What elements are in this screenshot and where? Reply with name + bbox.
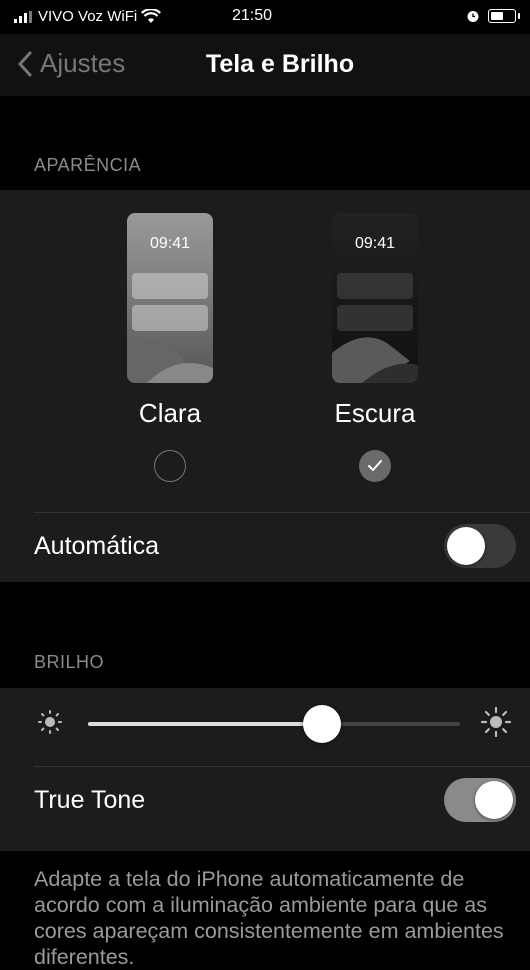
status-time: 21:50 — [232, 7, 273, 24]
preview-clock: 09:41 — [354, 235, 396, 252]
light-mode-preview: 09:41 — [127, 213, 213, 383]
preview-widget — [132, 273, 208, 299]
checkmark-icon — [368, 460, 382, 471]
option-label-light: Clara — [138, 398, 202, 428]
sun-small-icon — [38, 710, 62, 734]
true-tone-label: True Tone — [34, 786, 146, 814]
signal-icon — [14, 10, 32, 23]
appearance-group: 09:41 Clara 09:41 Escura Automática — [0, 190, 530, 582]
section-header-brightness: BRILHO — [34, 652, 105, 672]
radio-dark[interactable] — [359, 450, 391, 482]
slider-thumb[interactable] — [303, 705, 342, 743]
carrier-group: VIVO Voz WiFi — [14, 8, 162, 25]
status-right-icons — [466, 9, 520, 23]
automatic-label: Automática — [34, 532, 160, 560]
navigation-bar: Ajustes Tela e Brilho — [0, 34, 530, 96]
battery-icon — [488, 9, 520, 23]
dark-mode-preview: 09:41 — [332, 213, 418, 383]
radio-light[interactable] — [154, 450, 186, 482]
wallpaper-shape — [332, 337, 418, 383]
appearance-option-dark[interactable]: 09:41 Escura — [295, 190, 455, 500]
slider-fill — [88, 722, 323, 726]
true-tone-toggle[interactable] — [444, 778, 516, 822]
preview-clock: 09:41 — [149, 235, 191, 252]
automatic-toggle[interactable] — [444, 524, 516, 568]
divider — [34, 766, 530, 767]
preview-widget — [337, 273, 413, 299]
option-label-dark: Escura — [334, 398, 416, 428]
carrier-name: VIVO Voz WiFi — [38, 8, 138, 25]
appearance-option-light[interactable]: 09:41 Clara — [90, 190, 250, 500]
wallpaper-shape — [127, 342, 213, 383]
page-title: Tela e Brilho — [205, 50, 355, 78]
true-tone-description: Adapte a tela do iPhone automaticamente … — [34, 867, 504, 969]
brightness-group: True Tone — [0, 688, 530, 851]
sun-large-icon — [480, 706, 512, 738]
section-header-appearance: APARÊNCIA — [34, 155, 142, 175]
divider — [34, 512, 530, 513]
alarm-icon — [467, 11, 479, 22]
wifi-icon — [141, 9, 162, 23]
brightness-slider[interactable] — [88, 704, 460, 744]
toggle-knob — [475, 781, 513, 819]
status-bar: VIVO Voz WiFi 21:50 — [0, 0, 530, 34]
toggle-knob — [447, 527, 485, 565]
